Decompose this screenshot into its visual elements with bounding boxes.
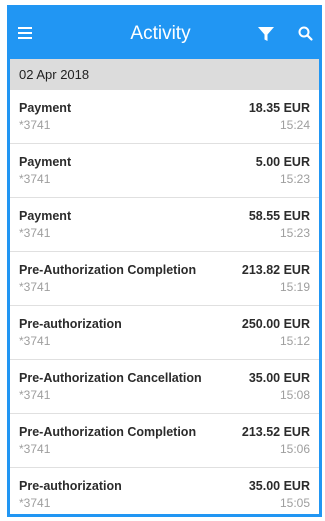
transaction-amount: 58.55 EUR <box>248 209 310 223</box>
transaction-row[interactable]: Pre-Authorization Completion *3741 213.8… <box>10 252 319 306</box>
transaction-amount: 35.00 EUR <box>248 371 310 385</box>
transaction-time: 15:08 <box>279 388 310 402</box>
transaction-time: 15:19 <box>279 280 310 294</box>
transaction-row[interactable]: Payment *3741 18.35 EUR 15:24 <box>10 90 319 144</box>
card-number: *3741 <box>19 280 51 294</box>
transaction-amount: 213.52 EUR <box>241 425 310 439</box>
top-app-bar: Activity <box>10 8 319 59</box>
transaction-row[interactable]: Pre-authorization *3741 250.00 EUR 15:12 <box>10 306 319 360</box>
card-number: *3741 <box>19 226 51 240</box>
transaction-row[interactable]: Pre-authorization *3741 35.00 EUR 15:05 <box>10 468 319 514</box>
search-icon[interactable] <box>295 23 317 45</box>
transaction-time: 15:05 <box>279 496 310 510</box>
transaction-time: 15:24 <box>279 118 310 132</box>
transaction-amount: 5.00 EUR <box>255 155 310 169</box>
transaction-name: Payment <box>19 101 72 115</box>
transaction-amount: 35.00 EUR <box>248 479 310 493</box>
transaction-list: Payment *3741 18.35 EUR 15:24 Payment *3… <box>10 90 319 514</box>
card-number: *3741 <box>19 172 51 186</box>
card-number: *3741 <box>19 496 51 510</box>
transaction-name: Payment <box>19 209 72 223</box>
transaction-row[interactable]: Payment *3741 58.55 EUR 15:23 <box>10 198 319 252</box>
card-number: *3741 <box>19 118 51 132</box>
transaction-row[interactable]: Payment *3741 5.00 EUR 15:23 <box>10 144 319 198</box>
transaction-time: 15:06 <box>279 442 310 456</box>
transaction-time: 15:23 <box>279 172 310 186</box>
transaction-time: 15:23 <box>279 226 310 240</box>
transaction-name: Pre-authorization <box>19 317 122 331</box>
transaction-amount: 18.35 EUR <box>248 101 310 115</box>
card-number: *3741 <box>19 388 51 402</box>
filter-funnel-icon[interactable] <box>255 23 277 45</box>
card-number: *3741 <box>19 442 51 456</box>
transaction-name: Pre-authorization <box>19 479 122 493</box>
transaction-time: 15:12 <box>279 334 310 348</box>
transaction-name: Payment <box>19 155 72 169</box>
transaction-name: Pre-Authorization Completion <box>19 263 197 277</box>
transaction-amount: 213.82 EUR <box>241 263 310 277</box>
transaction-row[interactable]: Pre-Authorization Completion *3741 213.5… <box>10 414 319 468</box>
transaction-name: Pre-Authorization Cancellation <box>19 371 202 385</box>
transaction-row[interactable]: Pre-Authorization Cancellation *3741 35.… <box>10 360 319 414</box>
app-frame: Activity 02 Apr 2018 Payment *3741 18.35… <box>7 5 322 517</box>
date-section-header: 02 Apr 2018 <box>10 59 319 90</box>
transaction-name: Pre-Authorization Completion <box>19 425 197 439</box>
transaction-amount: 250.00 EUR <box>241 317 310 331</box>
card-number: *3741 <box>19 334 51 348</box>
